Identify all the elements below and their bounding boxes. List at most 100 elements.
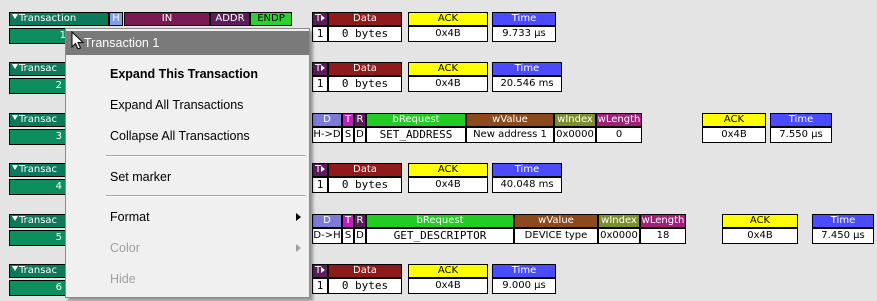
wlength-header: wLength [596, 113, 642, 127]
wvalue-label: wValue [538, 215, 574, 226]
ack-value: 0x4B [722, 228, 798, 244]
h-label: H [112, 13, 120, 24]
brequest-header: bRequest [366, 113, 466, 127]
transaction-number-2[interactable]: 2 [9, 78, 69, 94]
transaction-number-3[interactable]: 3 [9, 129, 69, 145]
menu-item-expand-this[interactable]: Expand This Transaction [66, 62, 309, 86]
transaction-number-label: 2 [55, 80, 62, 91]
transaction-number-5[interactable]: 5 [9, 230, 69, 246]
time-value: 7.450 µs [812, 228, 874, 244]
transaction-header-label: Transac [19, 265, 58, 276]
ack-value: 0x4B [408, 76, 488, 92]
in-label: IN [161, 13, 173, 24]
transaction-number-4[interactable]: 4 [9, 179, 69, 195]
brequest-value: SET_ADDRESS [366, 127, 466, 143]
transaction-header-label: Transac [19, 164, 58, 175]
transaction-header-6[interactable]: Transac [9, 264, 69, 278]
ack-header: ACK [408, 12, 488, 26]
time-header: Time [492, 264, 556, 278]
data-label: Data [353, 63, 377, 74]
transaction-number-1[interactable]: 1 [9, 28, 73, 44]
time-label: Time [511, 265, 537, 276]
menu-item-collapse-all[interactable]: Collapse All Transactions [66, 124, 309, 148]
data-label: Data [353, 164, 377, 175]
data-value: 0 bytes [328, 76, 402, 92]
menu-item-color: Color [66, 236, 309, 260]
addr-header: ADDR [210, 12, 250, 26]
menu-item-format[interactable]: Format [66, 205, 309, 229]
transaction-header-label: Transac [19, 215, 58, 226]
collapse-triangle-icon[interactable] [12, 14, 18, 19]
collapse-triangle-icon[interactable] [12, 266, 18, 271]
wvalue-value: New address 1 [466, 127, 554, 143]
t-value: 1 [312, 76, 328, 92]
wlength-value: 18 [640, 228, 686, 244]
t-value: 1 [312, 177, 328, 193]
menu-item-expand-all[interactable]: Expand All Transactions [66, 93, 309, 117]
menu-item-label: Expand All Transactions [110, 98, 244, 112]
data-header: Data [328, 62, 402, 76]
t-value: 1 [312, 26, 328, 42]
wvalue-header: wValue [514, 214, 598, 228]
collapse-triangle-icon[interactable] [12, 165, 18, 170]
data-value: 0 bytes [328, 26, 402, 42]
collapse-triangle-icon[interactable] [12, 115, 18, 120]
submenu-arrow-icon [296, 213, 301, 221]
addr-label: ADDR [215, 13, 245, 24]
submenu-arrow-icon [296, 244, 301, 252]
wvalue-header: wValue [466, 113, 554, 127]
time-label: Time [511, 13, 537, 24]
ack-value: 0x4B [702, 127, 766, 143]
menu-separator [106, 195, 306, 197]
time-label: Time [788, 114, 814, 125]
in-token-header: IN [124, 12, 210, 26]
collapse-triangle-icon[interactable] [12, 64, 18, 69]
h-field-header: H [109, 12, 123, 26]
menu-separator [106, 155, 306, 157]
r-value: D [354, 228, 366, 244]
time-label: Time [514, 63, 540, 74]
ack-value: 0x4B [408, 26, 488, 42]
d-value: D->H [312, 228, 342, 244]
menu-title-transaction-1[interactable]: Transaction 1 [66, 31, 309, 55]
play-arrow-icon [321, 267, 325, 273]
t-header: T [342, 214, 354, 228]
data-header: Data [328, 264, 402, 278]
play-arrow-icon [321, 15, 325, 21]
data-label: Data [353, 13, 377, 24]
d-value: H->D [312, 127, 342, 143]
transaction-header-2[interactable]: Transac [9, 62, 69, 76]
time-header: Time [492, 163, 562, 177]
menu-item-set-marker[interactable]: Set marker [66, 165, 309, 189]
transaction-header-4[interactable]: Transac [9, 163, 69, 177]
t-header: T [342, 113, 354, 127]
t-header: T [312, 264, 328, 278]
collapse-triangle-icon[interactable] [12, 216, 18, 221]
context-menu: Transaction 1 Expand This Transaction Ex… [65, 28, 310, 298]
ack-header: ACK [408, 163, 488, 177]
t-label: T [344, 114, 352, 125]
brequest-label: bRequest [416, 215, 464, 226]
time-label: Time [514, 164, 540, 175]
menu-item-label: Set marker [110, 170, 172, 184]
d-header: D [312, 113, 342, 127]
transaction-header-5[interactable]: Transac [9, 214, 69, 228]
data-header: Data [328, 163, 402, 177]
d-header: D [312, 214, 342, 228]
transaction-header-1[interactable]: Transaction [9, 12, 109, 26]
ack-label: ACK [749, 215, 771, 226]
d-label: D [323, 114, 331, 125]
transaction-header-3[interactable]: Transac [9, 113, 69, 127]
wvalue-label: wValue [492, 114, 528, 125]
windex-header: wIndex [554, 113, 596, 127]
menu-item-label: Collapse All Transactions [110, 129, 250, 143]
wlength-label: wLength [641, 215, 685, 226]
time-value: 9.000 µs [492, 278, 556, 294]
r-label: R [356, 215, 364, 226]
windex-label: wIndex [557, 114, 593, 125]
data-label: Data [353, 265, 377, 276]
brequest-label: bRequest [392, 114, 440, 125]
transaction-number-6[interactable]: 6 [9, 280, 69, 296]
menu-item-hide: Hide [66, 267, 309, 291]
wlength-value: 0 [596, 127, 642, 143]
